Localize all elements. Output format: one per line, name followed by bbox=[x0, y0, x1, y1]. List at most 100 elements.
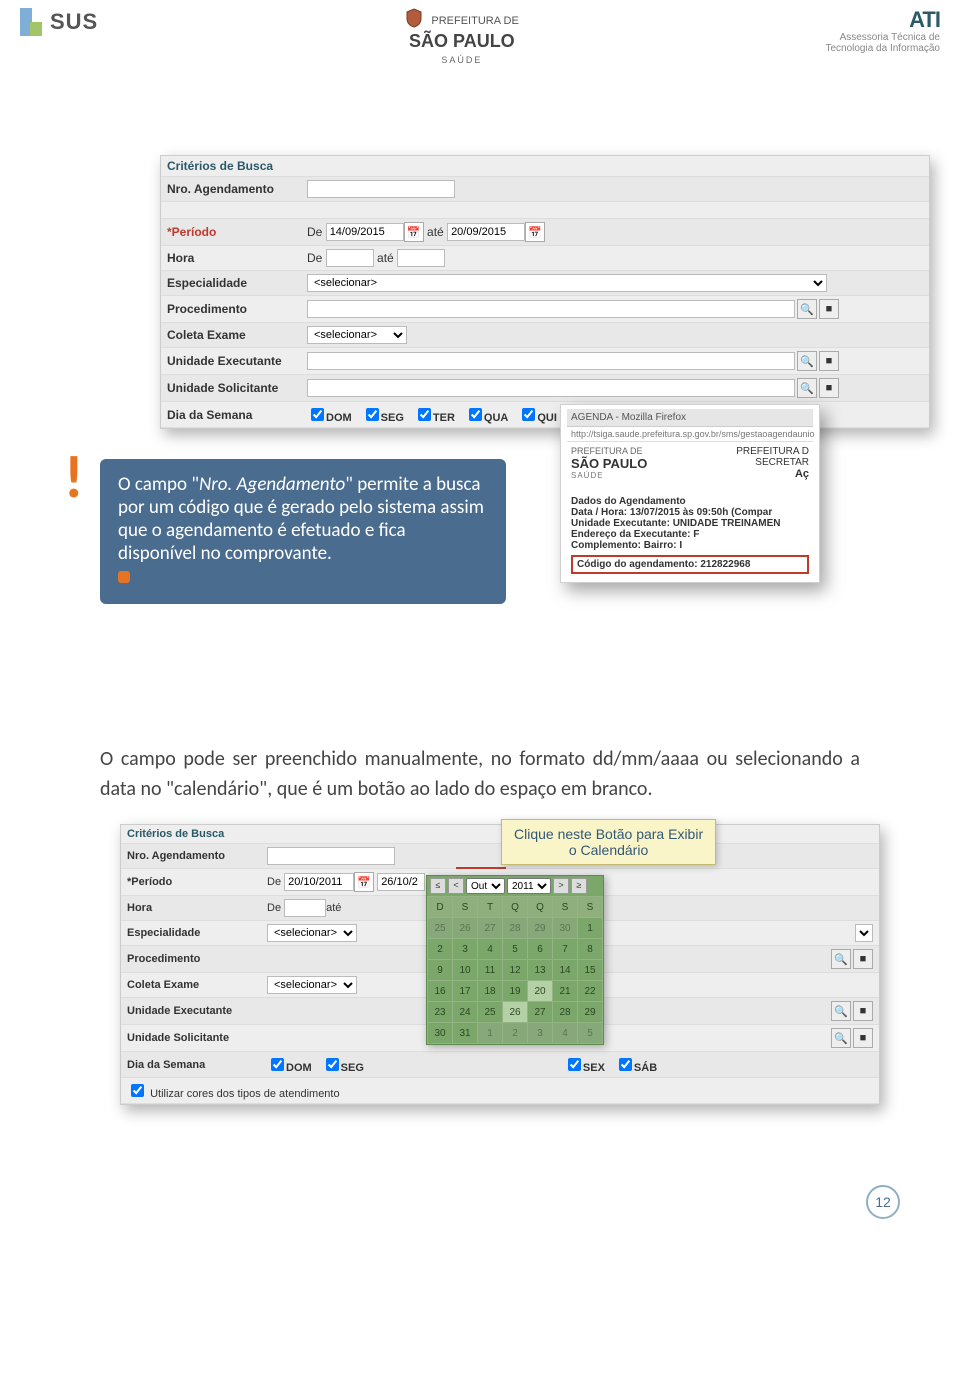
search-icon[interactable]: 🔍 bbox=[831, 1028, 851, 1048]
clear-icon[interactable]: ■ bbox=[819, 299, 839, 319]
search-icon[interactable]: 🔍 bbox=[831, 949, 851, 969]
day-sab[interactable]: SÁB bbox=[615, 1055, 657, 1074]
especialidade-label: Especialidade bbox=[127, 927, 267, 939]
dia-label: Dia da Semana bbox=[167, 408, 307, 422]
pref-line1: PREFEITURA DE bbox=[431, 15, 518, 27]
utilizar-cores-checkbox[interactable]: Utilizar cores dos tipos de atendimento bbox=[127, 1081, 340, 1100]
clear-icon[interactable]: ■ bbox=[853, 1001, 873, 1021]
clear-icon[interactable]: ■ bbox=[819, 378, 839, 398]
day-ter[interactable]: TER bbox=[414, 405, 455, 424]
calendar-icon[interactable] bbox=[354, 872, 374, 892]
prefeitura-logo: PREFEITURA DE SÃO PAULO SAÚDE bbox=[405, 8, 519, 67]
especialidade-select[interactable]: <selecionar> bbox=[307, 274, 827, 292]
hora-from[interactable] bbox=[284, 899, 326, 917]
periodo-date-from[interactable] bbox=[284, 873, 354, 891]
day-seg[interactable]: SEG bbox=[322, 1055, 364, 1074]
bullet-icon bbox=[118, 571, 130, 583]
periodo-row: *Período De até bbox=[161, 219, 929, 246]
page-number: 12 bbox=[866, 1185, 900, 1219]
ati-line1: Assessoria Técnica de bbox=[825, 32, 940, 43]
unidade-sol-label: Unidade Solicitante bbox=[127, 1032, 267, 1044]
unidade-exec-label: Unidade Executante bbox=[127, 1005, 267, 1017]
nav-prev-icon[interactable]: < bbox=[448, 878, 464, 894]
nro-input[interactable] bbox=[267, 847, 395, 865]
procedimento-label: Procedimento bbox=[127, 953, 267, 965]
periodo-de: De bbox=[307, 225, 322, 239]
periodo-label: *Período bbox=[167, 225, 307, 239]
calendar-popup[interactable]: ≤ < Out 2011 > ≥ D S T Q Q S S 252627282… bbox=[426, 875, 604, 1045]
criteria-title: Critérios de Busca bbox=[167, 159, 307, 173]
periodo-date-from[interactable] bbox=[326, 223, 404, 241]
clear-icon[interactable]: ■ bbox=[853, 949, 873, 969]
dia-label: Dia da Semana bbox=[127, 1059, 267, 1071]
popup-url: http://tsiga.saude.prefeitura.sp.gov.br/… bbox=[567, 427, 813, 442]
calendar-nav: ≤ < Out 2011 > ≥ bbox=[427, 876, 603, 896]
popup-header: PREFEITURA DE SÃO PAULO SAÚDE PREFEITURA… bbox=[567, 442, 813, 484]
nro-row: Nro. Agendamento bbox=[121, 844, 879, 869]
nro-label: Nro. Agendamento bbox=[127, 850, 267, 862]
nro-label: Nro. Agendamento bbox=[167, 182, 307, 196]
nav-next-icon[interactable]: > bbox=[553, 878, 569, 894]
criteria-title: Critérios de Busca bbox=[127, 828, 267, 840]
day-qua[interactable]: QUA bbox=[465, 405, 508, 424]
pref-line3: SAÚDE bbox=[441, 55, 482, 65]
especialidade-select[interactable]: <selecionar> bbox=[267, 924, 357, 942]
coleta-label: Coleta Exame bbox=[127, 979, 267, 991]
hora-to[interactable] bbox=[397, 249, 445, 267]
especialidade-drop-icon[interactable] bbox=[855, 924, 873, 942]
unidade-exec-input[interactable] bbox=[307, 352, 795, 370]
popup-preview: AGENDA - Mozilla Firefox http://tsiga.sa… bbox=[560, 404, 820, 684]
page-number-container: 12 bbox=[0, 1185, 960, 1219]
coleta-select[interactable]: <selecionar> bbox=[307, 326, 407, 344]
pref-line2: SÃO PAULO bbox=[409, 31, 515, 51]
search-icon[interactable]: 🔍 bbox=[797, 299, 817, 319]
popup-line2: Unidade Executante: UNIDADE TREINAMEN bbox=[571, 518, 780, 529]
procedimento-label: Procedimento bbox=[167, 302, 307, 316]
day-seg[interactable]: SEG bbox=[362, 405, 404, 424]
page-header: SUS PREFEITURA DE SÃO PAULO SAÚDE ATI As… bbox=[0, 0, 960, 75]
arrow-icon bbox=[456, 867, 506, 869]
calendar-icon[interactable] bbox=[404, 222, 424, 242]
dia-row: Dia da Semana DOM SEG SEX SÁB bbox=[121, 1052, 879, 1078]
periodo-date-to[interactable] bbox=[447, 223, 525, 241]
day-qui[interactable]: QUI bbox=[518, 405, 557, 424]
hora-label: Hora bbox=[167, 251, 307, 265]
periodo-date-to-frag[interactable] bbox=[377, 873, 425, 891]
search-icon[interactable]: 🔍 bbox=[831, 1001, 851, 1021]
day-dom[interactable]: DOM bbox=[307, 405, 352, 424]
calendar-icon[interactable] bbox=[525, 222, 545, 242]
year-select[interactable]: 2011 bbox=[507, 878, 551, 894]
unidade-sol-row: Unidade Solicitante 🔍 ■ bbox=[161, 375, 929, 402]
nav-last-icon[interactable]: ≥ bbox=[571, 878, 587, 894]
sus-logo: SUS bbox=[20, 8, 98, 36]
nav-first-icon[interactable]: ≤ bbox=[430, 878, 446, 894]
day-sex[interactable]: SEX bbox=[564, 1055, 605, 1074]
coleta-select[interactable]: <selecionar> bbox=[267, 976, 357, 994]
hora-from[interactable] bbox=[326, 249, 374, 267]
popup-dados: Dados do Agendamento Data / Hora: 13/07/… bbox=[567, 492, 813, 578]
popup-line1: Data / Hora: 13/07/2015 às 09:50h (Compa… bbox=[571, 507, 772, 518]
hora-row: Hora De até bbox=[161, 246, 929, 271]
search-icon[interactable]: 🔍 bbox=[797, 351, 817, 371]
nro-input[interactable] bbox=[307, 180, 455, 198]
clear-icon[interactable]: ■ bbox=[819, 351, 839, 371]
utilizar-cores-row: Utilizar cores dos tipos de atendimento bbox=[121, 1078, 879, 1104]
criteria-title-row: Critérios de Busca bbox=[121, 825, 879, 844]
month-select[interactable]: Out bbox=[466, 878, 505, 894]
day-dom[interactable]: DOM bbox=[267, 1055, 312, 1074]
popup-dados-title: Dados do Agendamento bbox=[571, 496, 686, 507]
hora-de: De bbox=[307, 251, 322, 265]
popup-window-title: AGENDA - Mozilla Firefox bbox=[567, 409, 813, 427]
popup-right-header: PREFEITURA D SECRETAR Aç bbox=[736, 446, 809, 480]
unidade-sol-input[interactable] bbox=[307, 379, 795, 397]
procedimento-input[interactable] bbox=[307, 300, 795, 318]
spacer-row bbox=[161, 202, 929, 219]
search-icon[interactable]: 🔍 bbox=[797, 378, 817, 398]
search-panel-with-calendar: Clique neste Botão para Exibir o Calendá… bbox=[120, 824, 880, 1105]
calendar-tooltip: Clique neste Botão para Exibir o Calendá… bbox=[501, 819, 716, 865]
body-paragraph: O campo pode ser preenchido manualmente,… bbox=[100, 744, 860, 804]
clear-icon[interactable]: ■ bbox=[853, 1028, 873, 1048]
popup-line4: Complemento: Bairro: I bbox=[571, 540, 682, 551]
hora-ate: até bbox=[377, 251, 394, 265]
ati-text: ATI bbox=[825, 8, 940, 32]
